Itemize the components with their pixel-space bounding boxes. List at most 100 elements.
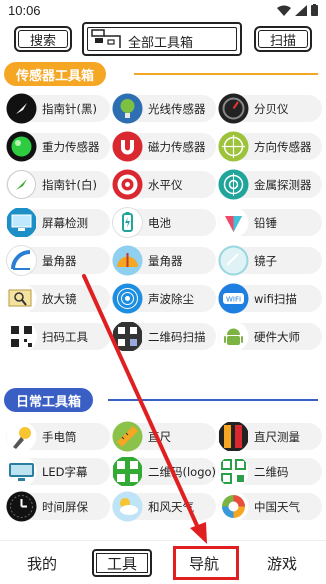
tool-label: 手电筒 — [42, 429, 77, 444]
screen-test-icon — [6, 207, 37, 238]
tool-item[interactable]: 铅锤 — [218, 207, 322, 238]
tool-item[interactable]: 电池 — [112, 207, 216, 238]
tool-item[interactable]: 镜子 — [218, 245, 322, 276]
tool-item[interactable]: 中国天气 — [218, 491, 322, 522]
tool-item[interactable]: 硬件大师 — [218, 321, 322, 352]
tool-label: 水平仪 — [148, 177, 183, 192]
tool-item[interactable]: 和风天气 — [112, 491, 216, 522]
wifi-status-icon — [277, 5, 291, 16]
qrcode-icon — [218, 456, 249, 487]
tool-item[interactable]: WIFI wifi扫描 — [218, 283, 322, 314]
toolbox-decor-icon — [91, 29, 121, 48]
decibel-meter-icon — [218, 93, 249, 124]
tool-label: 声波除尘 — [148, 291, 194, 306]
tool-item[interactable]: LED字幕 — [6, 456, 110, 487]
tool-label: 二维码扫描 — [148, 329, 206, 344]
tool-label: 和风天气 — [148, 499, 194, 514]
tool-label: 二维码(logo) — [148, 464, 217, 479]
tool-item[interactable]: 重力传感器 — [6, 131, 110, 162]
tool-label: 指南针(黑) — [42, 101, 97, 116]
section-title: 日常工具箱 — [4, 388, 94, 412]
section-divider — [134, 73, 318, 75]
tool-label: 金属探测器 — [254, 177, 312, 192]
qrcode-scan-icon — [112, 321, 143, 352]
tool-label: 二维码 — [254, 464, 289, 479]
battery-status-icon — [311, 4, 318, 16]
tool-label: 直尺测量 — [254, 429, 300, 444]
tool-item[interactable]: 光线传感器 — [112, 93, 216, 124]
gravity-sensor-icon — [6, 131, 37, 162]
tool-item[interactable]: 水平仪 — [112, 169, 216, 200]
tool-label: 放大镜 — [42, 291, 77, 306]
tool-item[interactable]: 二维码(logo) — [112, 456, 217, 487]
tool-item[interactable]: 直尺 — [112, 421, 216, 452]
tool-item[interactable]: 量角器 — [6, 245, 110, 276]
tool-label: 扫码工具 — [42, 329, 88, 344]
signal-status-icon — [295, 4, 307, 16]
compass-black-icon — [6, 93, 37, 124]
level-icon — [112, 169, 143, 200]
daily-tools-grid: 手电筒 直尺 直尺测量 LED字幕 二维码(logo) 二维码 时间屏保 和风天… — [6, 421, 322, 522]
all-tools-title: 全部工具箱 — [82, 22, 242, 56]
tool-item[interactable]: 直尺测量 — [218, 421, 322, 452]
tool-label: wifi扫描 — [254, 291, 297, 306]
tool-item[interactable]: 量角器 — [112, 245, 216, 276]
tool-label: 量角器 — [42, 253, 77, 268]
status-icons — [277, 4, 318, 16]
nav-tab-games[interactable]: 游戏 — [254, 549, 310, 577]
tool-label: 时间屏保 — [42, 499, 88, 514]
magnifier-icon — [6, 283, 37, 314]
tool-label: 直尺 — [148, 429, 171, 444]
tool-item[interactable]: 磁力传感器 — [112, 131, 216, 162]
tool-item[interactable]: 指南针(黑) — [6, 93, 110, 124]
nav-tab-tools[interactable]: 工具 — [92, 549, 152, 577]
tool-item[interactable]: 放大镜 — [6, 283, 110, 314]
tool-label: 分贝仪 — [254, 101, 289, 116]
sensor-tools-grid: 指南针(黑) 光线传感器 分贝仪 重力传感器 磁力传感器 方向传感器 指南针(白… — [6, 93, 322, 352]
tool-label: 光线传感器 — [148, 101, 206, 116]
nav-tab-navigation[interactable]: 导航 — [172, 549, 236, 577]
daily-section-header: 日常工具箱 — [4, 388, 326, 412]
ruler-icon — [112, 421, 143, 452]
tool-label: 量角器 — [148, 253, 183, 268]
china-weather-icon — [218, 491, 249, 522]
nav-tab-mine[interactable]: 我的 — [14, 549, 70, 577]
tool-label: 屏幕检测 — [42, 215, 88, 230]
search-button[interactable]: 搜索 — [14, 26, 72, 52]
angle-meter-icon — [112, 245, 143, 276]
clock-icon — [6, 491, 37, 522]
led-icon — [6, 456, 37, 487]
weather-icon — [112, 491, 143, 522]
bottom-nav: 我的 工具 导航 游戏 — [0, 540, 326, 584]
magnet-icon — [112, 131, 143, 162]
svg-text:WIFI: WIFI — [226, 296, 241, 304]
tool-item[interactable]: 方向传感器 — [218, 131, 322, 162]
sensor-section-header: 传感器工具箱 — [4, 62, 326, 86]
tool-item[interactable]: 分贝仪 — [218, 93, 322, 124]
tool-item[interactable]: 二维码扫描 — [112, 321, 216, 352]
qrcode-logo-icon — [112, 456, 143, 487]
tool-item[interactable]: 扫码工具 — [6, 321, 110, 352]
ruler-measure-icon — [218, 421, 249, 452]
tool-label: 重力传感器 — [42, 139, 100, 154]
tool-item[interactable]: 声波除尘 — [112, 283, 216, 314]
protractor-icon — [6, 245, 37, 276]
battery-icon — [112, 207, 143, 238]
compass-white-icon — [6, 169, 37, 200]
tool-label: LED字幕 — [42, 464, 88, 479]
top-bar: 搜索 全部工具箱 扫描 — [0, 20, 326, 58]
tool-label: 硬件大师 — [254, 329, 300, 344]
tool-item[interactable]: 时间屏保 — [6, 491, 110, 522]
all-tools-label: 全部工具箱 — [128, 36, 194, 51]
tool-item[interactable]: 指南针(白) — [6, 169, 110, 200]
tool-label: 铅锤 — [254, 215, 277, 230]
tool-item[interactable]: 屏幕检测 — [6, 207, 110, 238]
tool-item[interactable]: 手电筒 — [6, 421, 110, 452]
tool-item[interactable]: 金属探测器 — [218, 169, 322, 200]
tool-label: 磁力传感器 — [148, 139, 206, 154]
flashlight-icon — [6, 421, 37, 452]
tool-item[interactable]: 二维码 — [218, 456, 322, 487]
sound-wave-icon — [112, 283, 143, 314]
scan-button[interactable]: 扫描 — [254, 26, 312, 52]
status-bar: 10:06 — [0, 0, 326, 20]
